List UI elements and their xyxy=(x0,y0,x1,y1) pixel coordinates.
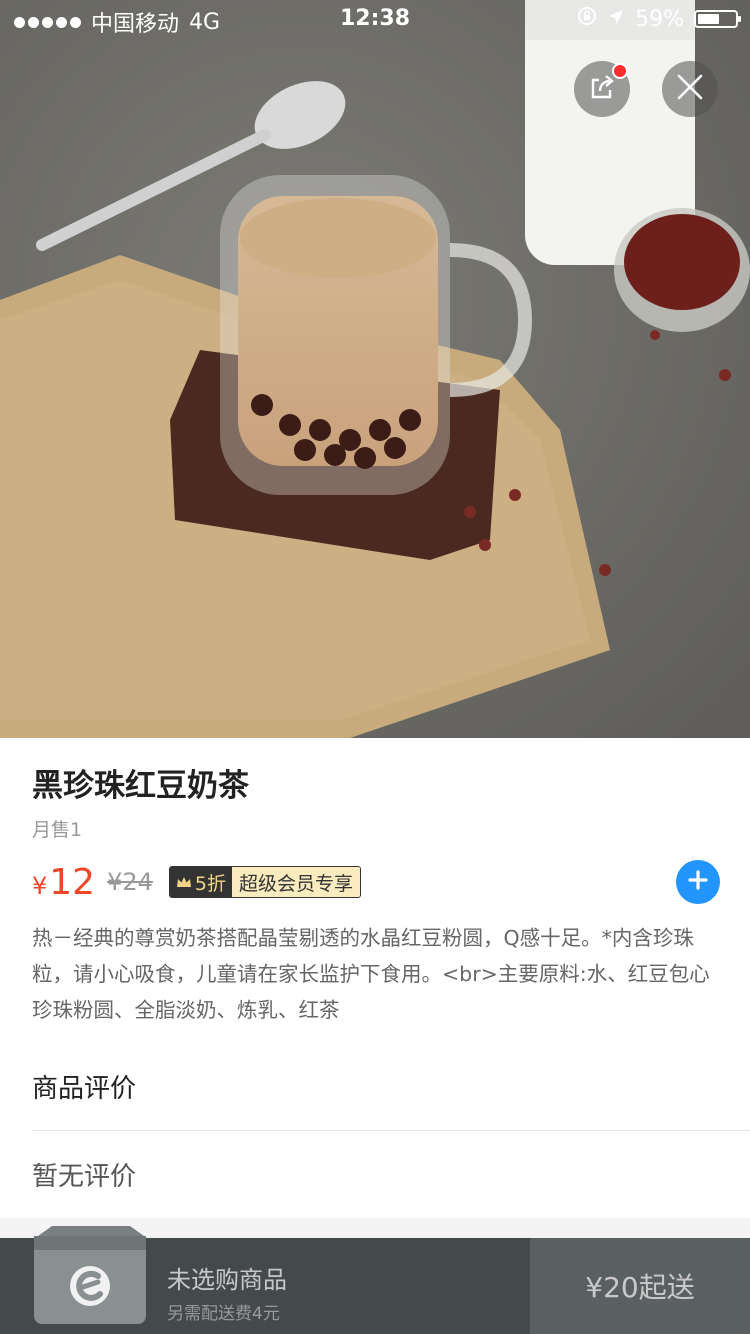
share-button[interactable] xyxy=(574,61,630,117)
delivery-fee: 另需配送费4元 xyxy=(167,1304,280,1324)
battery-fill xyxy=(698,14,719,24)
share-icon xyxy=(587,72,617,106)
original-price: ¥24 xyxy=(107,868,153,896)
status-right: 59% xyxy=(577,6,741,32)
no-reviews-text: 暂无评价 xyxy=(32,1162,137,1192)
cart-summary: 未选购商品 另需配送费4元 xyxy=(167,1260,287,1324)
close-icon xyxy=(675,72,705,106)
location-icon xyxy=(607,7,625,32)
discount-tag: 5折 xyxy=(169,867,232,897)
status-bar: 中国移动 4G 12:38 59% xyxy=(0,0,750,40)
plus-icon xyxy=(687,869,709,895)
product-photo xyxy=(0,0,750,738)
add-to-cart-button[interactable] xyxy=(676,860,720,904)
price-value: 12 xyxy=(49,861,96,903)
cart-status: 未选购商品 xyxy=(167,1266,287,1294)
divider xyxy=(32,1130,750,1131)
current-price: ¥ 12 xyxy=(32,862,95,903)
battery-percent: 59% xyxy=(635,6,684,32)
price-row: ¥ 12 ¥24 5折 超级会员专享 xyxy=(32,860,362,904)
currency-symbol: ¥ xyxy=(32,871,48,900)
reviews-title: 商品评价 xyxy=(32,1074,137,1104)
cart-bar: 未选购商品 另需配送费4元 ¥20起送 xyxy=(0,1226,750,1334)
close-button[interactable] xyxy=(662,61,718,117)
discount-value: 5折 xyxy=(194,872,226,895)
rotation-lock-icon xyxy=(577,6,597,32)
cart-box-icon[interactable] xyxy=(30,1224,150,1332)
min-order-button[interactable]: ¥20起送 xyxy=(530,1238,750,1334)
member-discount-badge: 5折 超级会员专享 xyxy=(168,866,362,898)
member-label: 超级会员专享 xyxy=(232,867,361,897)
battery-icon xyxy=(694,10,741,28)
monthly-sales: 月售1 xyxy=(32,819,83,841)
product-description: 热－经典的尊赏奶茶搭配晶莹剔透的水晶红豆粉圆，Q感十足。*内含珍珠粒，请小心吸食… xyxy=(32,926,710,1022)
product-title: 黑珍珠红豆奶茶 xyxy=(32,768,249,804)
notification-dot xyxy=(612,63,628,79)
milk-tea-image xyxy=(0,0,750,738)
crown-icon xyxy=(176,871,192,893)
